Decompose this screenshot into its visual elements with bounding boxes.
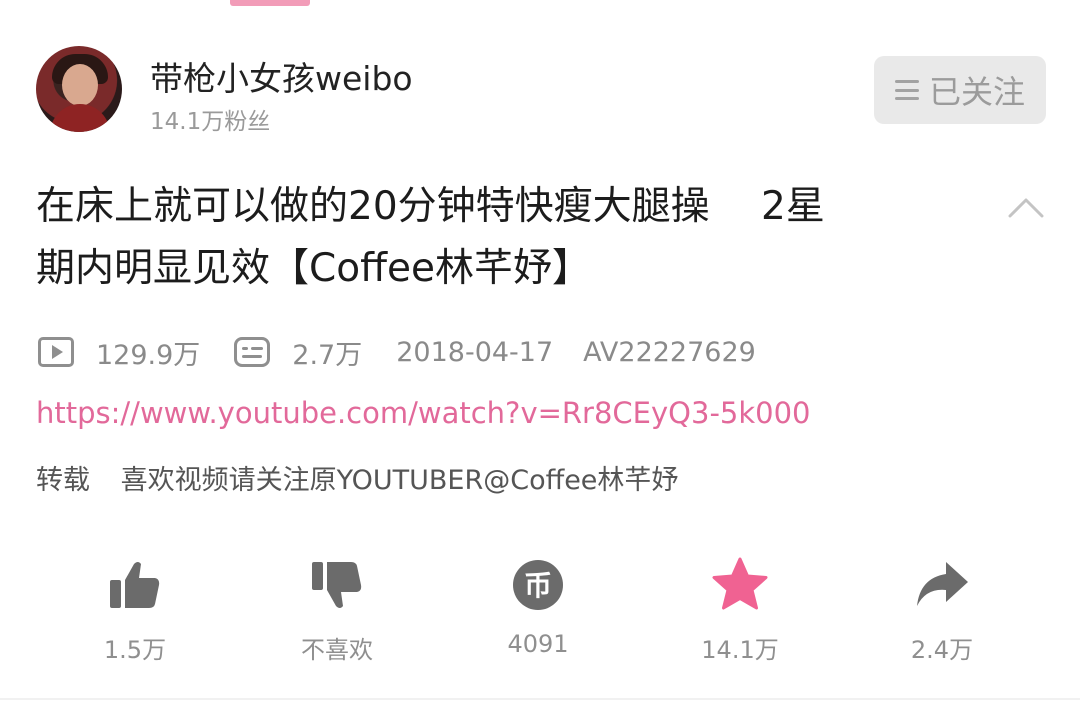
video-title-line1: 在床上就可以做的20分钟特快瘦大腿操 2星 [36, 184, 825, 229]
chevron-up-icon[interactable] [1004, 186, 1048, 230]
publish-date: 2018-04-17 [396, 336, 554, 368]
coin-count: 4091 [507, 630, 569, 658]
action-bar: 1.5万 不喜欢 币 4091 14.1万 2.4万 [0, 552, 1080, 672]
danmaku-count: 2.7万 [292, 339, 363, 371]
repost-tag: 转载 [36, 465, 90, 496]
thumbs-up-icon [110, 562, 160, 608]
video-stats: 129.9万 2.7万 2018-04-17 AV22227629 [38, 332, 756, 372]
tab-indicator [230, 0, 310, 6]
star-icon [712, 557, 768, 610]
video-title: 在床上就可以做的20分钟特快瘦大腿操 2星 期内明显见效【Coffee林芊妤】 [36, 176, 966, 300]
coin-button[interactable]: 币 4091 [458, 552, 618, 658]
favorite-button[interactable]: 14.1万 [660, 552, 820, 665]
video-description: 转载 喜欢视频请关注原YOUTUBER@Coffee林芊妤 [36, 458, 678, 497]
avatar[interactable] [36, 46, 122, 132]
video-detail-page: 带枪小女孩weibo 14.1万粉丝 已关注 在床上就可以做的20分钟特快瘦大腿… [0, 0, 1080, 706]
coin-icon: 币 [513, 560, 563, 610]
uploader-section: 带枪小女孩weibo 14.1万粉丝 已关注 [36, 46, 1046, 136]
share-count: 2.4万 [910, 636, 974, 664]
like-button[interactable]: 1.5万 [55, 552, 215, 665]
danmaku-icon [234, 337, 271, 367]
follow-label: 已关注 [928, 73, 1025, 111]
dislike-label: 不喜欢 [301, 636, 373, 664]
share-icon [917, 562, 968, 606]
like-count: 1.5万 [103, 636, 167, 664]
view-count: 129.9万 [96, 339, 201, 371]
source-link[interactable]: https://www.youtube.com/watch?v=Rr8CEyQ3… [36, 396, 811, 430]
play-count-icon [38, 337, 74, 367]
description-text: 喜欢视频请关注原YOUTUBER@Coffee林芊妤 [120, 465, 679, 496]
av-id: AV22227629 [583, 336, 756, 368]
thumbs-down-icon [312, 562, 362, 608]
share-button[interactable]: 2.4万 [862, 552, 1022, 665]
svg-text:币: 币 [524, 569, 552, 602]
video-title-line2: 期内明显见效【Coffee林芊妤】 [36, 246, 591, 291]
fans-count: 14.1万粉丝 [150, 109, 271, 135]
divider [0, 698, 1080, 700]
followed-button[interactable]: 已关注 [874, 56, 1046, 124]
uploader-name[interactable]: 带枪小女孩weibo [150, 52, 413, 100]
dislike-button[interactable]: 不喜欢 [257, 552, 417, 665]
menu-icon [894, 80, 919, 100]
favorite-count: 14.1万 [701, 636, 779, 664]
